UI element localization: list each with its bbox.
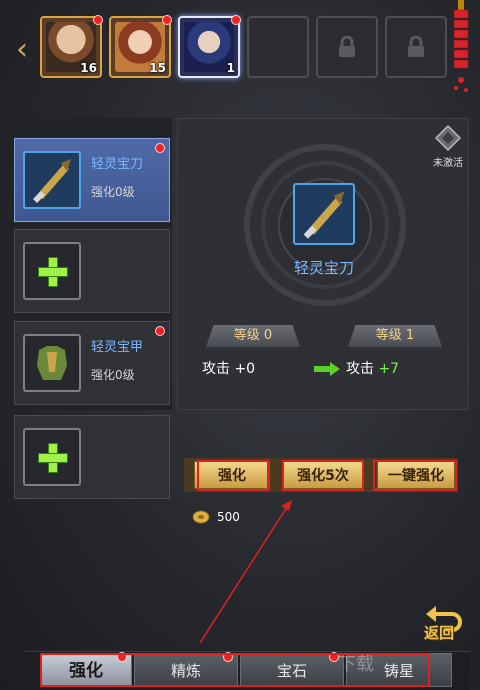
attack-label: 攻击 — [202, 361, 230, 377]
highlight-box — [282, 460, 364, 491]
equipment-slot-armor[interactable]: 轻灵宝甲 强化0级 — [14, 321, 170, 405]
highlight-box — [373, 460, 457, 491]
item-name: 轻灵宝刀 — [293, 259, 354, 277]
notification-dot — [162, 15, 172, 25]
hero-slot-locked — [316, 16, 378, 78]
highlight-box — [197, 460, 269, 491]
hero-slot-empty — [247, 16, 309, 78]
sword-icon — [293, 183, 355, 245]
equipment-slot-empty[interactable] — [14, 415, 170, 499]
cost-value: 500 — [217, 510, 240, 524]
notification-dot — [155, 143, 165, 153]
add-icon — [38, 443, 68, 473]
notification-dot — [155, 326, 165, 336]
current-level: 等级 0 — [206, 325, 300, 347]
equipment-name: 轻灵宝刀 — [91, 157, 144, 172]
hero-level: 15 — [149, 61, 166, 75]
notification-dot — [93, 15, 103, 25]
hero-level: 16 — [80, 61, 97, 75]
lock-icon — [339, 36, 355, 57]
hero-slot-3[interactable]: 1 — [178, 15, 241, 78]
empty-slot — [23, 242, 81, 300]
armor-icon — [23, 334, 81, 392]
hero-slot-2[interactable]: 15 — [109, 15, 172, 78]
equipment-slot-empty[interactable] — [14, 229, 170, 313]
attack-next: 攻击 +7 — [346, 358, 399, 378]
attack-current-value: +0 — [234, 361, 256, 377]
notification-dot — [231, 15, 241, 25]
equipment-level: 强化0级 — [91, 368, 135, 382]
attack-current: 攻击 +0 — [202, 358, 255, 378]
hero-slot-1[interactable]: 16 — [40, 15, 103, 78]
return-button[interactable]: 返回 — [424, 622, 454, 643]
equipment-name: 轻灵宝甲 — [91, 340, 144, 355]
inactive-label: 未激活 — [433, 158, 463, 169]
next-level: 等级 1 — [348, 325, 442, 347]
attack-next-value: +7 — [378, 361, 400, 377]
sword-icon — [23, 151, 81, 209]
hero-slot-locked — [385, 16, 447, 78]
attack-label: 攻击 — [346, 361, 374, 377]
add-icon — [38, 257, 68, 287]
chevron-left-icon[interactable]: ‹ — [10, 32, 34, 68]
empty-slot — [23, 428, 81, 486]
lock-icon — [408, 36, 424, 57]
watermark: 下载 — [338, 654, 374, 675]
equipment-slot-weapon[interactable]: 轻灵宝刀 强化0级 — [14, 138, 170, 222]
arrow-right-icon — [314, 362, 340, 376]
diamond-icon[interactable] — [434, 124, 462, 152]
coin-icon — [192, 510, 210, 524]
firecracker-decoration — [453, 0, 469, 92]
hero-level: 1 — [226, 61, 235, 75]
equipment-level: 强化0级 — [91, 185, 135, 199]
